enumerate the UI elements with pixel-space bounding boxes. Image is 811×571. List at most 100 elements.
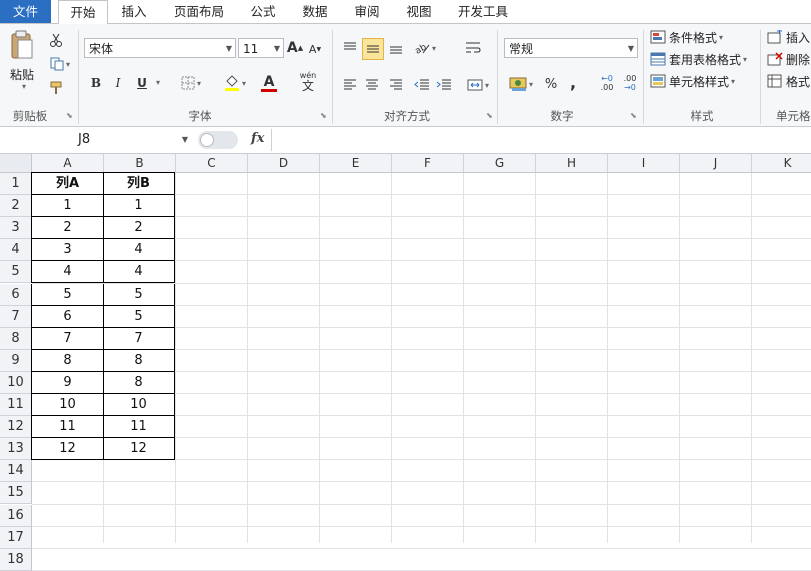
formula-input[interactable] [271, 129, 811, 151]
tab-view[interactable]: 视图 [400, 0, 438, 23]
column-header-d[interactable]: D [248, 154, 320, 173]
tab-file[interactable]: 文件 [0, 0, 51, 23]
table-cell[interactable]: 8 [103, 349, 175, 372]
font-launcher-icon[interactable]: ⬊ [320, 112, 328, 120]
number-format-combo[interactable]: 常规 ▼ [504, 38, 638, 58]
font-color-button[interactable]: A [254, 72, 284, 94]
paste-button[interactable]: 粘贴 [10, 66, 34, 82]
accounting-format-button[interactable]: ▾ [506, 74, 536, 94]
row-header-2[interactable]: 2 [0, 195, 32, 218]
number-launcher-icon[interactable]: ⬊ [630, 112, 638, 120]
fill-color-button[interactable]: ▾ [220, 72, 250, 94]
wrap-text-icon[interactable] [462, 38, 484, 58]
clipboard-launcher-icon[interactable]: ⬊ [66, 112, 74, 120]
formula-bar-toggle[interactable] [198, 131, 238, 149]
table-cell[interactable]: 9 [31, 371, 104, 394]
column-header-i[interactable]: I [608, 154, 680, 173]
table-cell[interactable]: 1 [31, 195, 104, 218]
row-header-12[interactable]: 12 [0, 416, 32, 439]
tab-page-layout[interactable]: 页面布局 [168, 0, 230, 23]
column-header-h[interactable]: H [536, 154, 608, 173]
table-cell[interactable]: 8 [103, 371, 175, 394]
align-center-icon[interactable] [362, 76, 382, 94]
row-header-7[interactable]: 7 [0, 305, 32, 328]
row-header-18[interactable]: 18 [0, 548, 32, 571]
column-header-k[interactable]: K [752, 154, 811, 173]
name-box[interactable]: J8 ▼ [0, 129, 192, 151]
paste-dropdown-icon[interactable]: ▾ [22, 82, 26, 91]
row-header-4[interactable]: 4 [0, 239, 32, 262]
comma-button[interactable]: , [566, 72, 580, 92]
table-cell[interactable]: 6 [31, 305, 104, 328]
table-cell[interactable]: 10 [103, 394, 175, 417]
row-header-10[interactable]: 10 [0, 371, 32, 394]
row-header-17[interactable]: 17 [0, 526, 32, 549]
underline-dropdown-icon[interactable]: ▾ [156, 78, 160, 87]
paste-icon[interactable] [8, 30, 36, 60]
underline-button[interactable]: U [134, 74, 150, 92]
border-button[interactable]: ▾ [176, 74, 206, 92]
format-cells-button[interactable]: 格式 [767, 72, 810, 90]
table-cell[interactable]: 7 [103, 327, 175, 350]
tab-data[interactable]: 数据 [296, 0, 334, 23]
row-header-14[interactable]: 14 [0, 460, 32, 483]
table-cell[interactable]: 5 [103, 305, 175, 328]
table-cell[interactable]: 12 [31, 438, 104, 461]
increase-decimal-button[interactable]: ←0.00 [596, 72, 618, 94]
phonetic-button[interactable]: wén 文 [296, 70, 320, 94]
table-cell[interactable]: 5 [31, 283, 104, 306]
row-header-6[interactable]: 6 [0, 283, 32, 306]
tab-review[interactable]: 审阅 [348, 0, 386, 23]
font-size-combo[interactable]: 11 ▼ [238, 38, 284, 58]
row-header-3[interactable]: 3 [0, 217, 32, 240]
column-header-j[interactable]: J [680, 154, 752, 173]
orientation-icon[interactable]: ab ▾ [412, 38, 438, 58]
column-header-a[interactable]: A [32, 154, 104, 173]
table-cell[interactable]: 1 [103, 195, 175, 218]
row-header-16[interactable]: 16 [0, 504, 32, 527]
percent-button[interactable]: % [542, 74, 560, 94]
table-cell[interactable]: 3 [31, 239, 104, 262]
row-header-1[interactable]: 1 [0, 173, 32, 196]
shrink-font-button[interactable]: A ▼ [308, 40, 322, 58]
table-cell[interactable]: 4 [31, 261, 104, 284]
increase-indent-icon[interactable] [434, 76, 454, 94]
table-cell[interactable]: 5 [103, 283, 175, 306]
row-header-13[interactable]: 13 [0, 438, 32, 461]
table-header-cell[interactable]: 列B [103, 172, 175, 196]
column-header-c[interactable]: C [176, 154, 248, 173]
align-right-icon[interactable] [386, 76, 406, 94]
conditional-formatting-button[interactable]: 条件格式 ▾ [650, 28, 723, 46]
column-header-g[interactable]: G [464, 154, 536, 173]
bold-button[interactable]: B [88, 74, 104, 92]
grow-font-button[interactable]: A ▲ [287, 38, 303, 58]
format-as-table-button[interactable]: 套用表格格式 ▾ [650, 50, 747, 68]
alignment-launcher-icon[interactable]: ⬊ [486, 112, 494, 120]
merge-center-icon[interactable]: ▾ [464, 76, 492, 94]
table-cell[interactable]: 11 [103, 416, 175, 439]
table-cell[interactable]: 2 [103, 217, 175, 240]
align-bottom-icon[interactable] [386, 38, 406, 58]
table-cell[interactable]: 4 [103, 261, 175, 284]
italic-button[interactable]: I [110, 74, 126, 92]
insert-cells-button[interactable]: 插入 [767, 28, 810, 46]
column-header-b[interactable]: B [104, 154, 176, 173]
row-header-15[interactable]: 15 [0, 482, 32, 505]
tab-formulas[interactable]: 公式 [244, 0, 282, 23]
table-cell[interactable]: 8 [31, 349, 104, 372]
table-cell[interactable]: 11 [31, 416, 104, 439]
tab-home[interactable]: 开始 [58, 0, 108, 25]
align-middle-icon[interactable] [362, 38, 384, 60]
column-header-f[interactable]: F [392, 154, 464, 173]
row-header-11[interactable]: 11 [0, 394, 32, 417]
delete-cells-button[interactable]: 删除 [767, 50, 810, 68]
tab-developer[interactable]: 开发工具 [452, 0, 514, 23]
align-left-icon[interactable] [340, 76, 360, 94]
table-cell[interactable]: 4 [103, 239, 175, 262]
table-cell[interactable]: 12 [103, 438, 175, 461]
format-painter-icon[interactable] [48, 80, 64, 96]
insert-function-icon[interactable]: fx [251, 131, 264, 146]
table-cell[interactable]: 2 [31, 217, 104, 240]
row-header-5[interactable]: 5 [0, 261, 32, 284]
table-cell[interactable]: 10 [31, 394, 104, 417]
